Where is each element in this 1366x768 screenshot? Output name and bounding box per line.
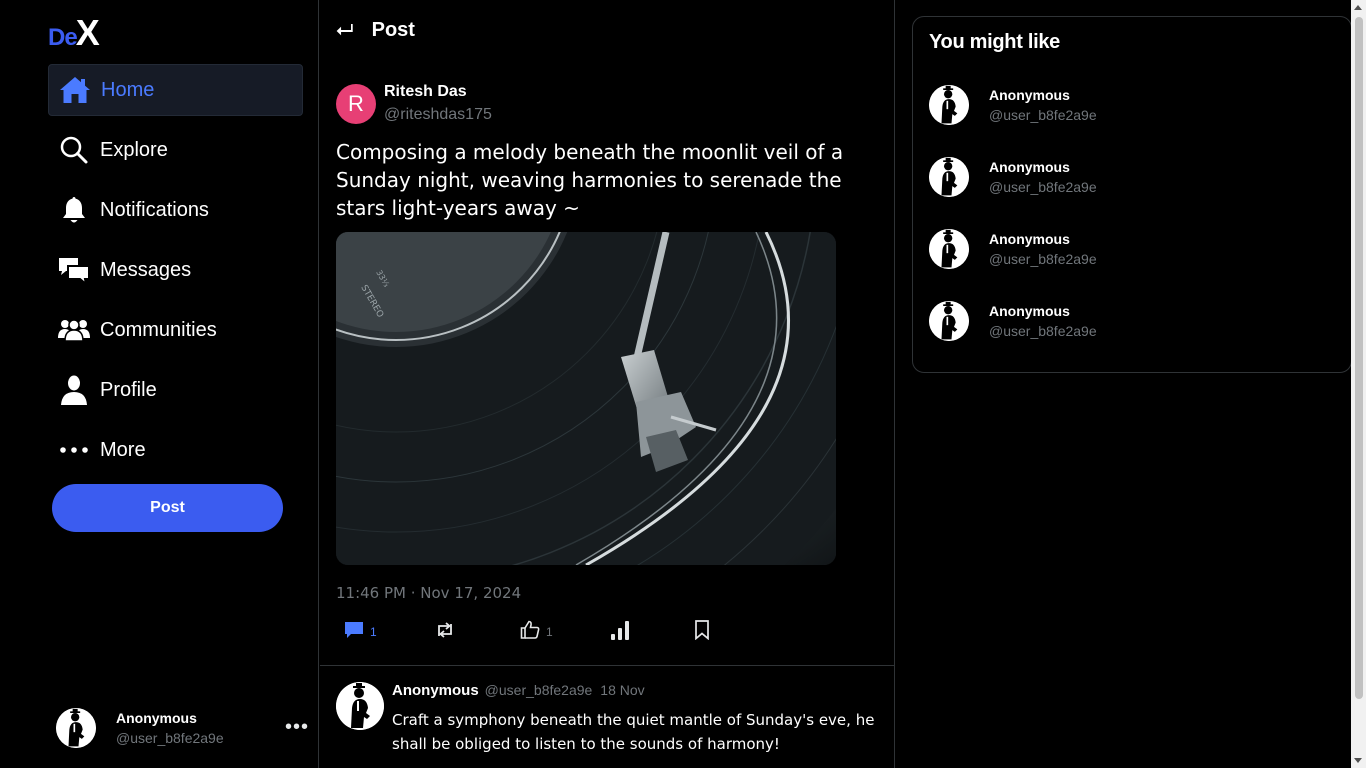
back-arrow-icon[interactable]: ⮠ [336,17,354,43]
avatar [929,229,969,269]
account-handle: @user_b8fe2a9e [116,730,224,746]
nav-label-more: More [100,438,146,461]
bookmark-icon [694,619,710,645]
suggested-user-handle: @user_b8fe2a9e [989,323,1097,339]
more-icon [58,434,90,466]
nav-label-profile: Profile [100,378,157,401]
comment-icon [344,620,364,645]
views-action[interactable] [610,618,630,646]
post-timestamp: 11:46 PM · Nov 17, 2024 [336,584,522,602]
scroll-up-icon[interactable] [1354,5,1362,10]
bookmark-action[interactable] [694,618,710,646]
author-handle[interactable]: @riteshdas175 [384,106,492,124]
post-author[interactable]: R Ritesh Das @riteshdas175 [336,82,492,124]
suggested-user-handle: @user_b8fe2a9e [989,179,1097,195]
suggested-user[interactable]: Anonymous @user_b8fe2a9e [929,83,1329,127]
main-column: ⮠ Post R Ritesh Das @riteshdas175 Compos… [320,0,895,768]
account-name: Anonymous [116,710,197,726]
suggested-user-name: Anonymous [989,159,1070,175]
nav-item-home[interactable]: Home [48,64,303,116]
post-image[interactable]: STEREO 33⅓ [336,232,836,565]
repost-icon [436,621,454,643]
thumbs-up-icon [520,620,540,645]
suggested-user-name: Anonymous [989,231,1070,247]
avatar [929,85,969,125]
panel-title: You might like [929,31,1060,53]
scroll-down-icon[interactable] [1354,758,1362,763]
signal-bars-icon [610,619,630,646]
avatar[interactable] [336,682,384,730]
nav-item-more[interactable]: More [48,424,303,476]
main-nav: Home Explore Notifications Messages Comm… [48,64,303,484]
reply-header: Anonymous @user_b8fe2a9e 18 Nov [392,682,881,704]
like-count: 1 [546,625,553,639]
logo-text-x: X [75,12,100,53]
vinyl-record-image: STEREO 33⅓ [336,232,836,565]
suggested-user-name: Anonymous [989,303,1070,319]
home-icon [59,74,91,106]
nav-item-messages[interactable]: Messages [48,244,303,296]
page-title: Post [371,18,415,41]
reply-author-name[interactable]: Anonymous [392,682,479,699]
bell-icon [58,194,90,226]
page-scrollbar[interactable] [1351,0,1366,768]
author-avatar[interactable]: R [336,84,376,124]
suggested-user[interactable]: Anonymous @user_b8fe2a9e [929,299,1329,343]
search-icon [58,134,90,166]
comment-count: 1 [370,625,377,639]
reply-author-handle[interactable]: @user_b8fe2a9e [485,682,593,698]
logo-text-de: De [48,24,78,51]
reply-body: Anonymous @user_b8fe2a9e 18 Nov Craft a … [392,682,881,756]
scrollbar-thumb[interactable] [1355,17,1363,699]
account-names: Anonymous @user_b8fe2a9e [116,710,224,746]
left-sidebar: DeX Home Explore Notifications Messages [0,0,319,768]
compose-post-button[interactable]: Post [52,484,283,532]
app-logo[interactable]: De X [48,12,100,53]
avatar [929,157,969,197]
nav-label-home: Home [101,78,155,101]
post-text: Composing a melody beneath the moonlit v… [336,140,844,220]
nav-label-explore: Explore [100,138,168,161]
nav-item-communities[interactable]: Communities [48,304,303,356]
suggested-user[interactable]: Anonymous @user_b8fe2a9e [929,227,1329,271]
reply-text: Craft a symphony beneath the quiet mantl… [392,711,875,753]
nav-item-profile[interactable]: Profile [48,364,303,416]
account-switcher[interactable]: Anonymous @user_b8fe2a9e ••• [56,706,311,750]
suggested-user-names: Anonymous @user_b8fe2a9e [989,231,1097,267]
author-meta: Ritesh Das @riteshdas175 [384,82,492,124]
suggested-user[interactable]: Anonymous @user_b8fe2a9e [929,155,1329,199]
suggested-user-names: Anonymous @user_b8fe2a9e [989,159,1097,195]
avatar [929,301,969,341]
like-action[interactable]: 1 [520,618,553,646]
nav-item-explore[interactable]: Explore [48,124,303,176]
reply-date: 18 Nov [600,682,645,698]
divider [320,665,895,666]
account-menu-icon[interactable]: ••• [285,716,309,739]
suggested-user-handle: @user_b8fe2a9e [989,251,1097,267]
suggested-user-names: Anonymous @user_b8fe2a9e [989,303,1097,339]
nav-label-messages: Messages [100,258,192,281]
communities-icon [58,314,90,346]
post-header: ⮠ Post [336,14,415,46]
nav-label-communities: Communities [100,318,217,341]
author-name[interactable]: Ritesh Das [384,83,492,101]
suggested-user-handle: @user_b8fe2a9e [989,107,1097,123]
messages-icon [58,254,90,286]
comment-action[interactable]: 1 [344,618,377,646]
who-to-follow-panel: You might like Anonymous @user_b8fe2a9e … [912,16,1352,373]
suggested-user-names: Anonymous @user_b8fe2a9e [989,87,1097,123]
suggested-user-name: Anonymous [989,87,1070,103]
profile-icon [58,374,90,406]
nav-item-notifications[interactable]: Notifications [48,184,303,236]
repost-action[interactable] [436,618,460,646]
nav-label-notifications: Notifications [100,198,209,221]
avatar [56,708,96,748]
